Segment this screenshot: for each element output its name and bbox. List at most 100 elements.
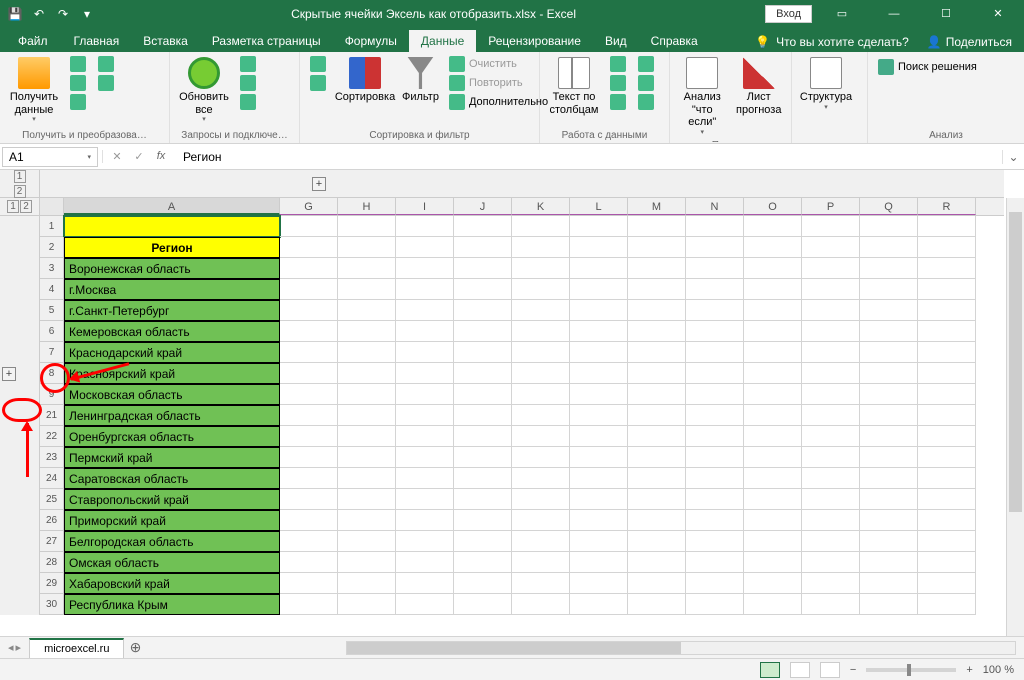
vertical-scrollbar[interactable] <box>1006 198 1024 636</box>
cell-K27[interactable] <box>512 531 570 552</box>
sheet-nav-prev-icon[interactable]: ◂ <box>8 641 14 654</box>
column-header-J[interactable]: J <box>454 198 512 215</box>
column-header-K[interactable]: K <box>512 198 570 215</box>
row-outline-level-2[interactable]: 2 <box>20 200 32 213</box>
cell-I2[interactable] <box>396 237 454 258</box>
cell-R9[interactable] <box>918 384 976 405</box>
properties-button[interactable] <box>236 74 260 92</box>
cell-P21[interactable] <box>802 405 860 426</box>
row-header-23[interactable]: 23 <box>40 447 64 468</box>
cell-I4[interactable] <box>396 279 454 300</box>
cell-G24[interactable] <box>280 468 338 489</box>
cell-N1[interactable] <box>686 216 744 237</box>
cell-M7[interactable] <box>628 342 686 363</box>
cell-O21[interactable] <box>744 405 802 426</box>
cell-Q26[interactable] <box>860 510 918 531</box>
cell-O30[interactable] <box>744 594 802 615</box>
cell-M2[interactable] <box>628 237 686 258</box>
solver-button[interactable]: Поиск решения <box>874 55 981 76</box>
horizontal-scrollbar[interactable] <box>346 641 1016 655</box>
cell-M1[interactable] <box>628 216 686 237</box>
cell-H26[interactable] <box>338 510 396 531</box>
cell-O1[interactable] <box>744 216 802 237</box>
cell-A4[interactable]: г.Москва <box>64 279 280 300</box>
column-header-R[interactable]: R <box>918 198 976 215</box>
cell-K28[interactable] <box>512 552 570 573</box>
cell-I22[interactable] <box>396 426 454 447</box>
recent-sources-button[interactable] <box>94 55 118 73</box>
cell-N24[interactable] <box>686 468 744 489</box>
relationships-button[interactable] <box>634 74 658 92</box>
cell-K2[interactable] <box>512 237 570 258</box>
redo-icon[interactable]: ↷ <box>52 3 74 25</box>
cell-H5[interactable] <box>338 300 396 321</box>
row-header-27[interactable]: 27 <box>40 531 64 552</box>
cell-A26[interactable]: Приморский край <box>64 510 280 531</box>
cell-A8[interactable]: Красноярский край <box>64 363 280 384</box>
cell-P5[interactable] <box>802 300 860 321</box>
row-header-30[interactable]: 30 <box>40 594 64 615</box>
cell-Q28[interactable] <box>860 552 918 573</box>
cell-P30[interactable] <box>802 594 860 615</box>
cell-K1[interactable] <box>512 216 570 237</box>
cell-I25[interactable] <box>396 489 454 510</box>
row-header-9[interactable]: 9 <box>40 384 64 405</box>
cell-K7[interactable] <box>512 342 570 363</box>
cell-H23[interactable] <box>338 447 396 468</box>
cell-Q9[interactable] <box>860 384 918 405</box>
cell-L22[interactable] <box>570 426 628 447</box>
cell-M6[interactable] <box>628 321 686 342</box>
select-all-corner[interactable] <box>40 198 64 215</box>
cell-O8[interactable] <box>744 363 802 384</box>
cell-L21[interactable] <box>570 405 628 426</box>
cell-M3[interactable] <box>628 258 686 279</box>
vertical-scroll-thumb[interactable] <box>1009 212 1022 512</box>
cell-N27[interactable] <box>686 531 744 552</box>
confirm-edit-icon[interactable]: ✓ <box>129 150 149 163</box>
col-outline-level-1[interactable]: 1 <box>14 170 26 183</box>
cell-M22[interactable] <box>628 426 686 447</box>
expand-rows-button[interactable]: + <box>2 367 16 381</box>
cell-P9[interactable] <box>802 384 860 405</box>
cell-I23[interactable] <box>396 447 454 468</box>
cell-A30[interactable]: Республика Крым <box>64 594 280 615</box>
column-header-A[interactable]: A <box>64 198 280 215</box>
cell-R29[interactable] <box>918 573 976 594</box>
cell-L5[interactable] <box>570 300 628 321</box>
cell-L26[interactable] <box>570 510 628 531</box>
from-text-button[interactable] <box>66 55 90 73</box>
cell-R27[interactable] <box>918 531 976 552</box>
cell-P4[interactable] <box>802 279 860 300</box>
cell-Q3[interactable] <box>860 258 918 279</box>
cell-J24[interactable] <box>454 468 512 489</box>
cell-J27[interactable] <box>454 531 512 552</box>
row-header-1[interactable]: 1 <box>40 216 64 237</box>
flash-fill-button[interactable] <box>606 55 630 73</box>
advanced-filter-button[interactable]: Дополнительно <box>445 93 552 111</box>
formula-input[interactable] <box>175 148 1002 166</box>
cell-L25[interactable] <box>570 489 628 510</box>
cell-Q22[interactable] <box>860 426 918 447</box>
cell-H7[interactable] <box>338 342 396 363</box>
column-header-L[interactable]: L <box>570 198 628 215</box>
cell-K29[interactable] <box>512 573 570 594</box>
cell-Q1[interactable] <box>860 216 918 237</box>
expand-columns-button[interactable]: + <box>312 177 326 191</box>
cell-N3[interactable] <box>686 258 744 279</box>
cell-R7[interactable] <box>918 342 976 363</box>
sort-desc-button[interactable] <box>306 74 330 92</box>
cell-R3[interactable] <box>918 258 976 279</box>
cell-A25[interactable]: Ставропольский край <box>64 489 280 510</box>
cell-G7[interactable] <box>280 342 338 363</box>
minimize-icon[interactable]: — <box>872 0 916 27</box>
cell-M28[interactable] <box>628 552 686 573</box>
row-header-29[interactable]: 29 <box>40 573 64 594</box>
cell-G26[interactable] <box>280 510 338 531</box>
what-if-button[interactable]: Анализ "что если"▾ <box>676 55 729 139</box>
cell-H27[interactable] <box>338 531 396 552</box>
cell-G9[interactable] <box>280 384 338 405</box>
cell-N30[interactable] <box>686 594 744 615</box>
cell-G25[interactable] <box>280 489 338 510</box>
cell-G2[interactable] <box>280 237 338 258</box>
cell-K9[interactable] <box>512 384 570 405</box>
